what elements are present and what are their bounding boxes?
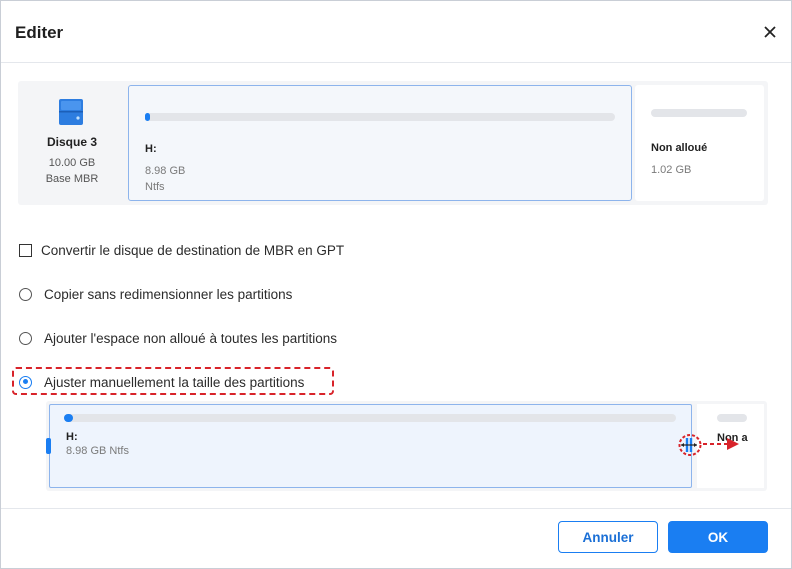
disk-overview: Disque 3 10.00 GB Base MBR H: 8.98 GB Nt… xyxy=(18,81,768,205)
partition-usage-bar xyxy=(145,113,615,121)
resize-unallocated-block: Non a xyxy=(697,404,764,488)
partition-filesystem: Ntfs xyxy=(145,181,165,193)
convert-gpt-label: Convertir le disque de destination de MB… xyxy=(41,242,345,258)
manual-resize-radio[interactable] xyxy=(19,375,32,389)
unallocated-size: 1.02 GB xyxy=(651,164,692,176)
close-button[interactable] xyxy=(759,21,781,43)
cancel-button[interactable]: Annuler xyxy=(558,521,658,553)
resize-partition-label: H: xyxy=(66,431,78,443)
unallocated-label: Non alloué xyxy=(651,142,708,154)
disk-name: Disque 3 xyxy=(46,135,97,149)
partition-usage-fill xyxy=(145,113,150,121)
add-unallocated-radio[interactable] xyxy=(19,331,32,345)
convert-gpt-option[interactable]: Convertir le disque de destination de MB… xyxy=(19,240,344,260)
manual-resize-option[interactable]: Ajuster manuellement la taille des parti… xyxy=(19,372,304,392)
close-icon xyxy=(764,26,776,38)
copy-no-resize-radio[interactable] xyxy=(19,287,32,301)
resize-usage-fill xyxy=(64,414,73,422)
edit-dialog: Editer Disque 3 10.00 GB Base MBR H: 8.9… xyxy=(0,0,792,569)
disk-type: Base MBR xyxy=(45,173,99,185)
resize-unallocated-bar xyxy=(717,414,747,422)
copy-no-resize-label: Copier sans redimensionner les partition… xyxy=(44,286,293,302)
resize-unallocated-label: Non a xyxy=(717,432,748,444)
ok-button[interactable]: OK xyxy=(668,521,768,553)
add-unallocated-option[interactable]: Ajouter l'espace non alloué à toutes les… xyxy=(19,328,337,348)
resize-area: H: 8.98 GB Ntfs Non a xyxy=(46,401,767,491)
disk-info: Disque 3 10.00 GB Base MBR xyxy=(18,81,126,205)
partition-label: H: xyxy=(145,143,157,155)
convert-gpt-checkbox[interactable] xyxy=(19,243,32,257)
disk-drive-icon xyxy=(59,99,83,125)
partition-h-block[interactable]: H: 8.98 GB Ntfs xyxy=(128,85,632,201)
dialog-title: Editer xyxy=(15,23,64,42)
disk-size: 10.00 GB xyxy=(48,157,96,169)
resize-partition-size: 8.98 GB Ntfs xyxy=(66,445,129,457)
footer-divider xyxy=(1,508,791,509)
copy-no-resize-option[interactable]: Copier sans redimensionner les partition… xyxy=(19,284,292,304)
left-resize-handle[interactable] xyxy=(46,438,51,454)
unallocated-bar xyxy=(651,109,747,117)
unallocated-block[interactable]: Non alloué 1.02 GB xyxy=(635,85,764,201)
resizable-partition-h[interactable]: H: 8.98 GB Ntfs xyxy=(49,404,692,488)
resize-usage-bar xyxy=(64,414,676,422)
dialog-titlebar: Editer xyxy=(1,1,791,63)
add-unallocated-label: Ajouter l'espace non alloué à toutes les… xyxy=(44,330,338,346)
right-resize-handle-icon[interactable] xyxy=(678,433,704,457)
partition-size: 8.98 GB xyxy=(145,165,186,177)
manual-resize-label: Ajuster manuellement la taille des parti… xyxy=(44,374,305,390)
